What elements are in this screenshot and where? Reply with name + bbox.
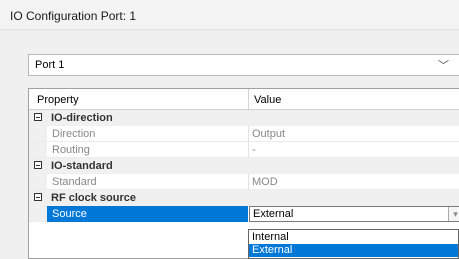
category-io-direction[interactable]: IO-direction <box>29 110 459 126</box>
dropdown-option-internal[interactable]: Internal <box>249 231 458 244</box>
property-label: Direction <box>52 128 96 140</box>
category-label: IO-standard <box>51 160 113 172</box>
row-gutter <box>29 142 47 157</box>
property-row-direction[interactable]: Direction Output <box>29 126 459 142</box>
collapse-icon[interactable] <box>34 161 42 169</box>
row-gutter <box>29 126 47 141</box>
source-combo-editor[interactable]: External ▾ <box>249 206 459 222</box>
category-label: IO-direction <box>51 112 113 124</box>
category-rf-clock-source[interactable]: RF clock source <box>29 190 459 206</box>
row-gutter <box>29 206 47 221</box>
property-row-routing[interactable]: Routing - <box>29 142 459 158</box>
category-io-standard[interactable]: IO-standard <box>29 158 459 174</box>
chevron-down-icon[interactable]: ▾ <box>448 207 459 221</box>
property-row-standard[interactable]: Standard MOD <box>29 174 459 190</box>
source-combo-value: External <box>253 208 294 220</box>
window-title: IO Configuration Port: 1 <box>10 9 137 23</box>
property-value: MOD <box>252 176 278 188</box>
header-value: Value <box>254 94 282 106</box>
property-label: Standard <box>52 176 97 188</box>
property-label: Source <box>52 208 87 220</box>
port-select[interactable]: Port 1 ﹀ <box>28 54 459 76</box>
dropdown-option-external[interactable]: External <box>249 244 458 257</box>
header-property: Property <box>37 94 79 106</box>
collapse-icon[interactable] <box>34 193 42 201</box>
collapse-icon[interactable] <box>34 113 42 121</box>
grid-header: Property Value <box>29 89 459 110</box>
option-label: External <box>252 244 293 256</box>
row-gutter <box>29 174 47 189</box>
category-label: RF clock source <box>51 192 136 204</box>
property-row-source[interactable]: Source External ▾ <box>29 206 459 222</box>
column-divider <box>248 126 249 142</box>
title-bar: IO Configuration Port: 1 <box>0 0 459 30</box>
option-label: Internal <box>252 231 289 243</box>
chevron-down-icon[interactable]: ﹀ <box>438 57 449 73</box>
column-divider <box>248 174 249 190</box>
column-divider <box>248 142 249 158</box>
property-value: Output <box>252 128 286 140</box>
source-dropdown-list[interactable]: Internal External <box>248 229 459 259</box>
port-select-value: Port 1 <box>35 59 65 71</box>
property-label: Routing <box>52 144 90 156</box>
property-value: - <box>252 144 256 156</box>
header-divider[interactable] <box>248 89 249 109</box>
